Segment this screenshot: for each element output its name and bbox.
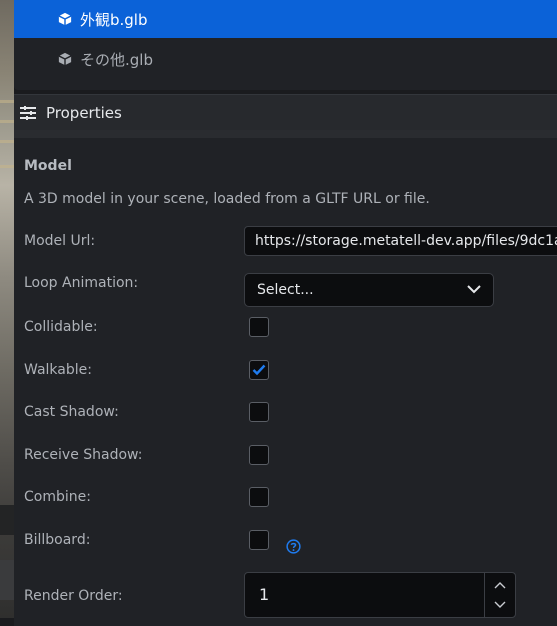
cast-shadow-label: Cast Shadow: [24,404,119,420]
cube-icon [58,52,72,66]
chevron-down-icon[interactable] [494,601,506,609]
viewport-shadow [0,560,14,600]
loop-animation-select[interactable]: Select... [244,273,494,307]
combine-checkbox[interactable] [249,487,269,507]
viewport-stripe [0,165,14,168]
billboard-checkbox[interactable] [249,530,269,550]
hierarchy-panel: 外観b.glb その他.glb [14,0,557,90]
tree-item-gaikan[interactable]: 外観b.glb [14,0,557,38]
render-order-input[interactable]: 1 [244,572,516,618]
tree-item-other[interactable]: その他.glb [14,40,557,78]
cast-shadow-checkbox[interactable] [249,402,269,422]
viewport-shadow [0,505,14,535]
section-title: Model [24,158,72,174]
properties-header[interactable]: Properties [14,94,557,130]
viewport-edge [0,0,14,618]
cube-icon [58,12,72,26]
chevron-down-icon [467,285,481,294]
chevron-up-icon[interactable] [494,581,506,589]
model-url-input[interactable]: https://storage.metatell-dev.app/files/9… [244,226,557,256]
billboard-label: Billboard: [24,532,91,548]
collidable-label: Collidable: [24,319,98,335]
render-order-value: 1 [259,585,270,604]
combine-label: Combine: [24,489,91,505]
properties-body: Model A 3D model in your scene, loaded f… [14,130,557,626]
walkable-label: Walkable: [24,362,92,378]
render-order-label: Render Order: [24,588,123,604]
properties-menu-icon [20,105,36,120]
receive-shadow-label: Receive Shadow: [24,447,143,463]
loop-animation-label: Loop Animation: [24,275,139,291]
collidable-checkbox[interactable] [249,317,269,337]
loop-animation-value: Select... [257,282,314,298]
tree-item-label: 外観b.glb [80,10,148,29]
properties-title: Properties [46,103,122,122]
viewport-stripe [0,100,14,103]
help-icon[interactable] [286,539,301,554]
tree-item-label: その他.glb [80,50,153,69]
checkmark-icon [252,364,266,376]
section-description: A 3D model in your scene, loaded from a … [24,191,430,207]
model-url-label: Model Url: [24,233,96,249]
receive-shadow-checkbox[interactable] [249,445,269,465]
render-order-stepper[interactable] [484,573,515,617]
viewport-stripe [0,140,14,143]
viewport-stripe [0,120,14,123]
walkable-checkbox[interactable] [249,360,269,380]
